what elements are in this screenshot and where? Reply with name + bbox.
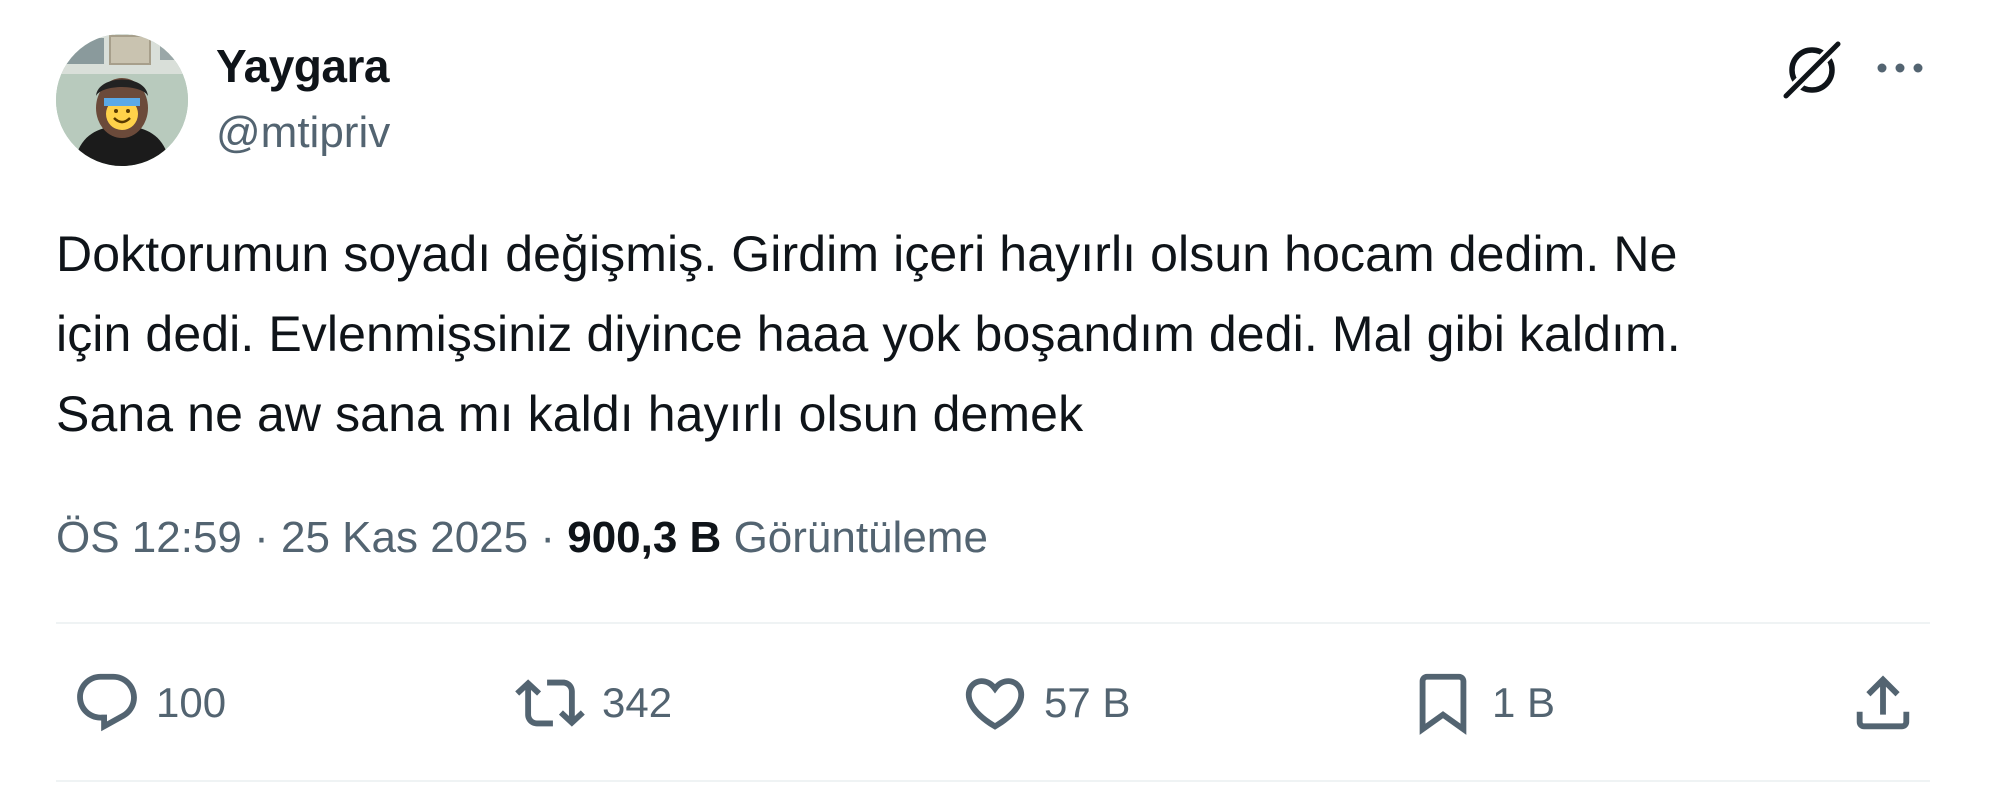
tweet-meta: ÖS 12:59 · 25 Kas 2025 · 900,3 B Görüntü…: [56, 508, 988, 568]
views-count[interactable]: 900,3 B: [567, 513, 721, 562]
more-options-icon[interactable]: [1872, 46, 1928, 90]
heart-icon: [965, 678, 1025, 730]
meta-separator: ·: [528, 513, 568, 562]
author-display-name[interactable]: Yaygara: [216, 38, 389, 94]
bookmark-count: 1 B: [1492, 679, 1556, 726]
share-button[interactable]: [1848, 668, 1918, 738]
retweet-count: 342: [602, 679, 673, 726]
tweet-date[interactable]: 25 Kas 2025: [281, 513, 528, 562]
divider: [56, 622, 1930, 624]
tweet-text-line: Sana ne aw sana mı kaldı hayırlı olsun d…: [56, 386, 1084, 442]
bookmark-button[interactable]: 1 B: [1408, 668, 1555, 738]
views-label[interactable]: Görüntüleme: [734, 513, 988, 562]
like-count: 57 B: [1044, 679, 1131, 726]
reply-icon: [77, 673, 137, 732]
tweet-text-line: Doktorumun soyadı değişmiş. Girdim içeri…: [56, 226, 1678, 282]
tweet-time[interactable]: ÖS 12:59: [56, 513, 242, 562]
author-handle[interactable]: @mtipriv: [216, 106, 390, 160]
grok-icon[interactable]: [1778, 36, 1846, 104]
tweet-text-line: için dedi. Evlenmişsiniz diyince haaa yo…: [56, 306, 1681, 362]
reply-count: 100: [156, 679, 227, 726]
tweet-card: Yaygara @mtipriv Doktorumun soyadı değiş…: [0, 0, 1992, 790]
meta-separator: ·: [241, 513, 282, 562]
like-button[interactable]: 57 B: [960, 668, 1130, 738]
reply-button[interactable]: 100: [72, 668, 226, 738]
tweet-text: Doktorumun soyadı değişmiş. Girdim içeri…: [56, 214, 1936, 454]
profile-photo-icon: [56, 34, 188, 166]
share-icon: [1856, 675, 1910, 730]
retweet-icon: [515, 679, 585, 727]
retweet-button[interactable]: 342: [512, 668, 672, 738]
bookmark-icon: [1419, 673, 1467, 735]
avatar[interactable]: [56, 34, 188, 166]
divider: [56, 780, 1930, 782]
